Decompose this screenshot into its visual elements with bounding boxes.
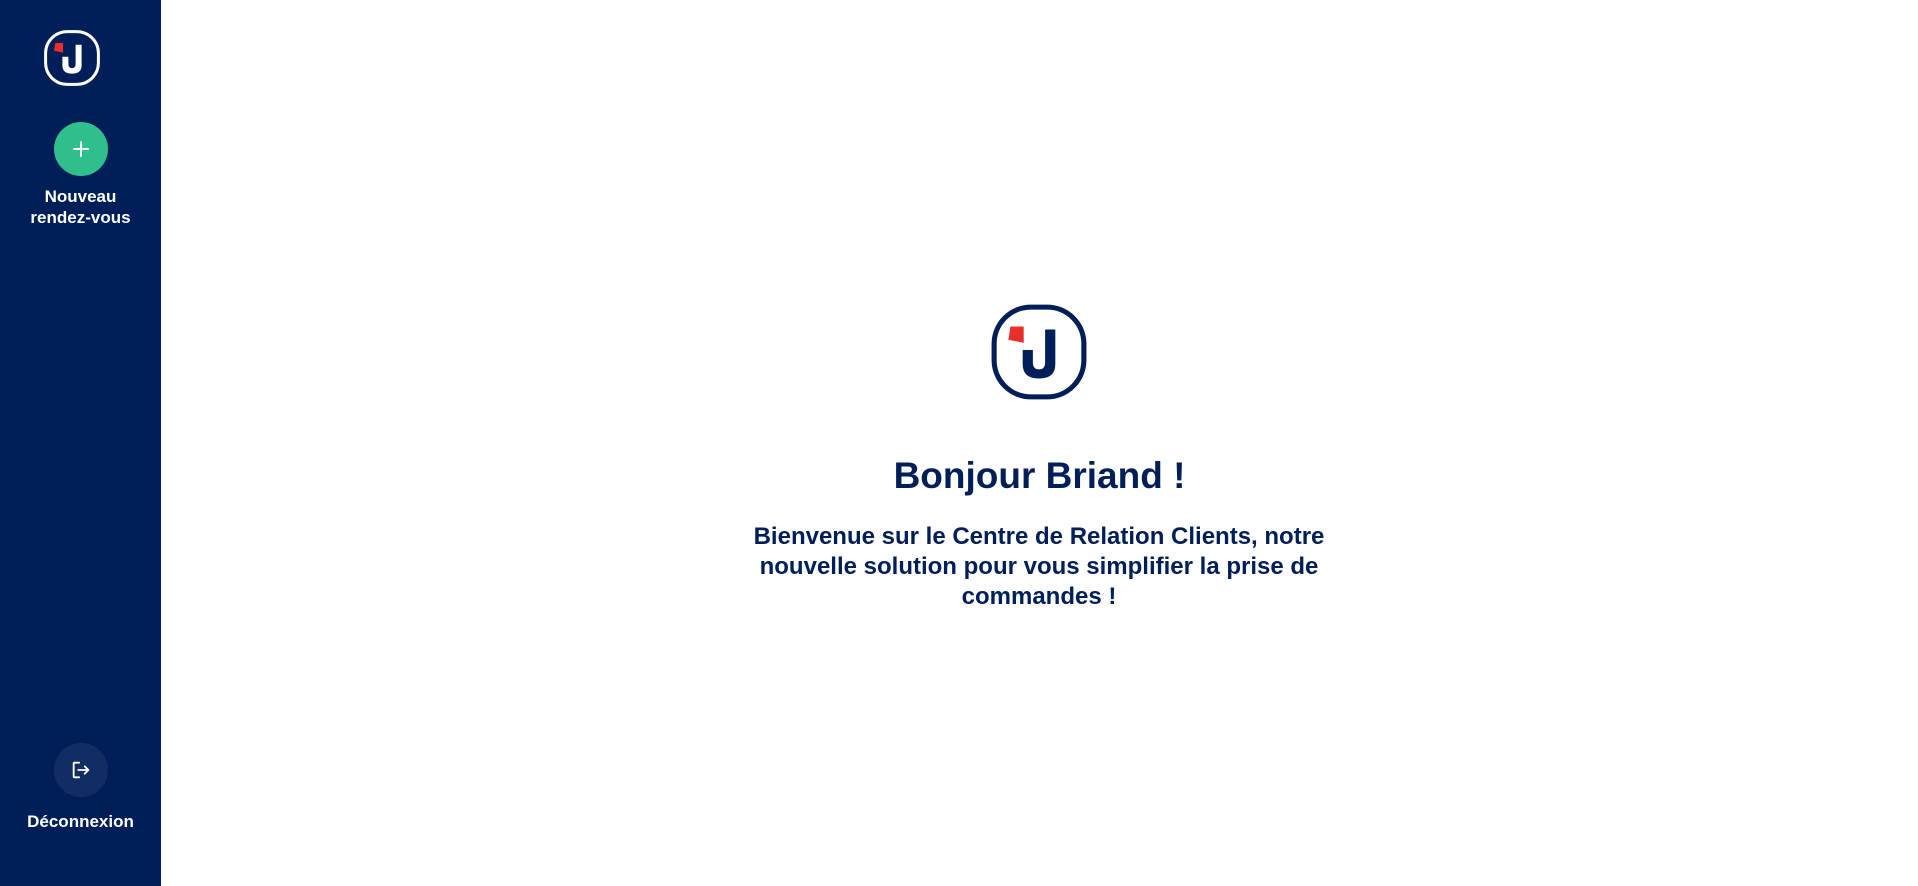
new-appointment-button[interactable]: Nouveau rendez-vous (0, 122, 161, 228)
brand-logo-icon (988, 301, 1090, 403)
new-appointment-circle[interactable] (53, 122, 108, 176)
main-content: Bonjour Briand ! Bienvenue sur le Centre… (161, 0, 1918, 886)
logout-label[interactable]: Déconnexion (0, 811, 161, 832)
greeting-title: Bonjour Briand ! (893, 455, 1186, 496)
plus-icon (72, 141, 89, 157)
brand-logo-icon[interactable] (42, 28, 102, 88)
sidebar: Nouveau rendez-vous Déconnexion (0, 0, 161, 886)
logout-button[interactable]: Déconnexion (0, 743, 161, 832)
logout-circle[interactable] (53, 743, 108, 797)
app-root: Nouveau rendez-vous Déconnexion Bonjour … (0, 0, 1918, 886)
logout-icon (72, 761, 89, 779)
new-appointment-label[interactable]: Nouveau rendez-vous (16, 186, 146, 228)
welcome-message: Bienvenue sur le Centre de Relation Clie… (753, 523, 1325, 610)
